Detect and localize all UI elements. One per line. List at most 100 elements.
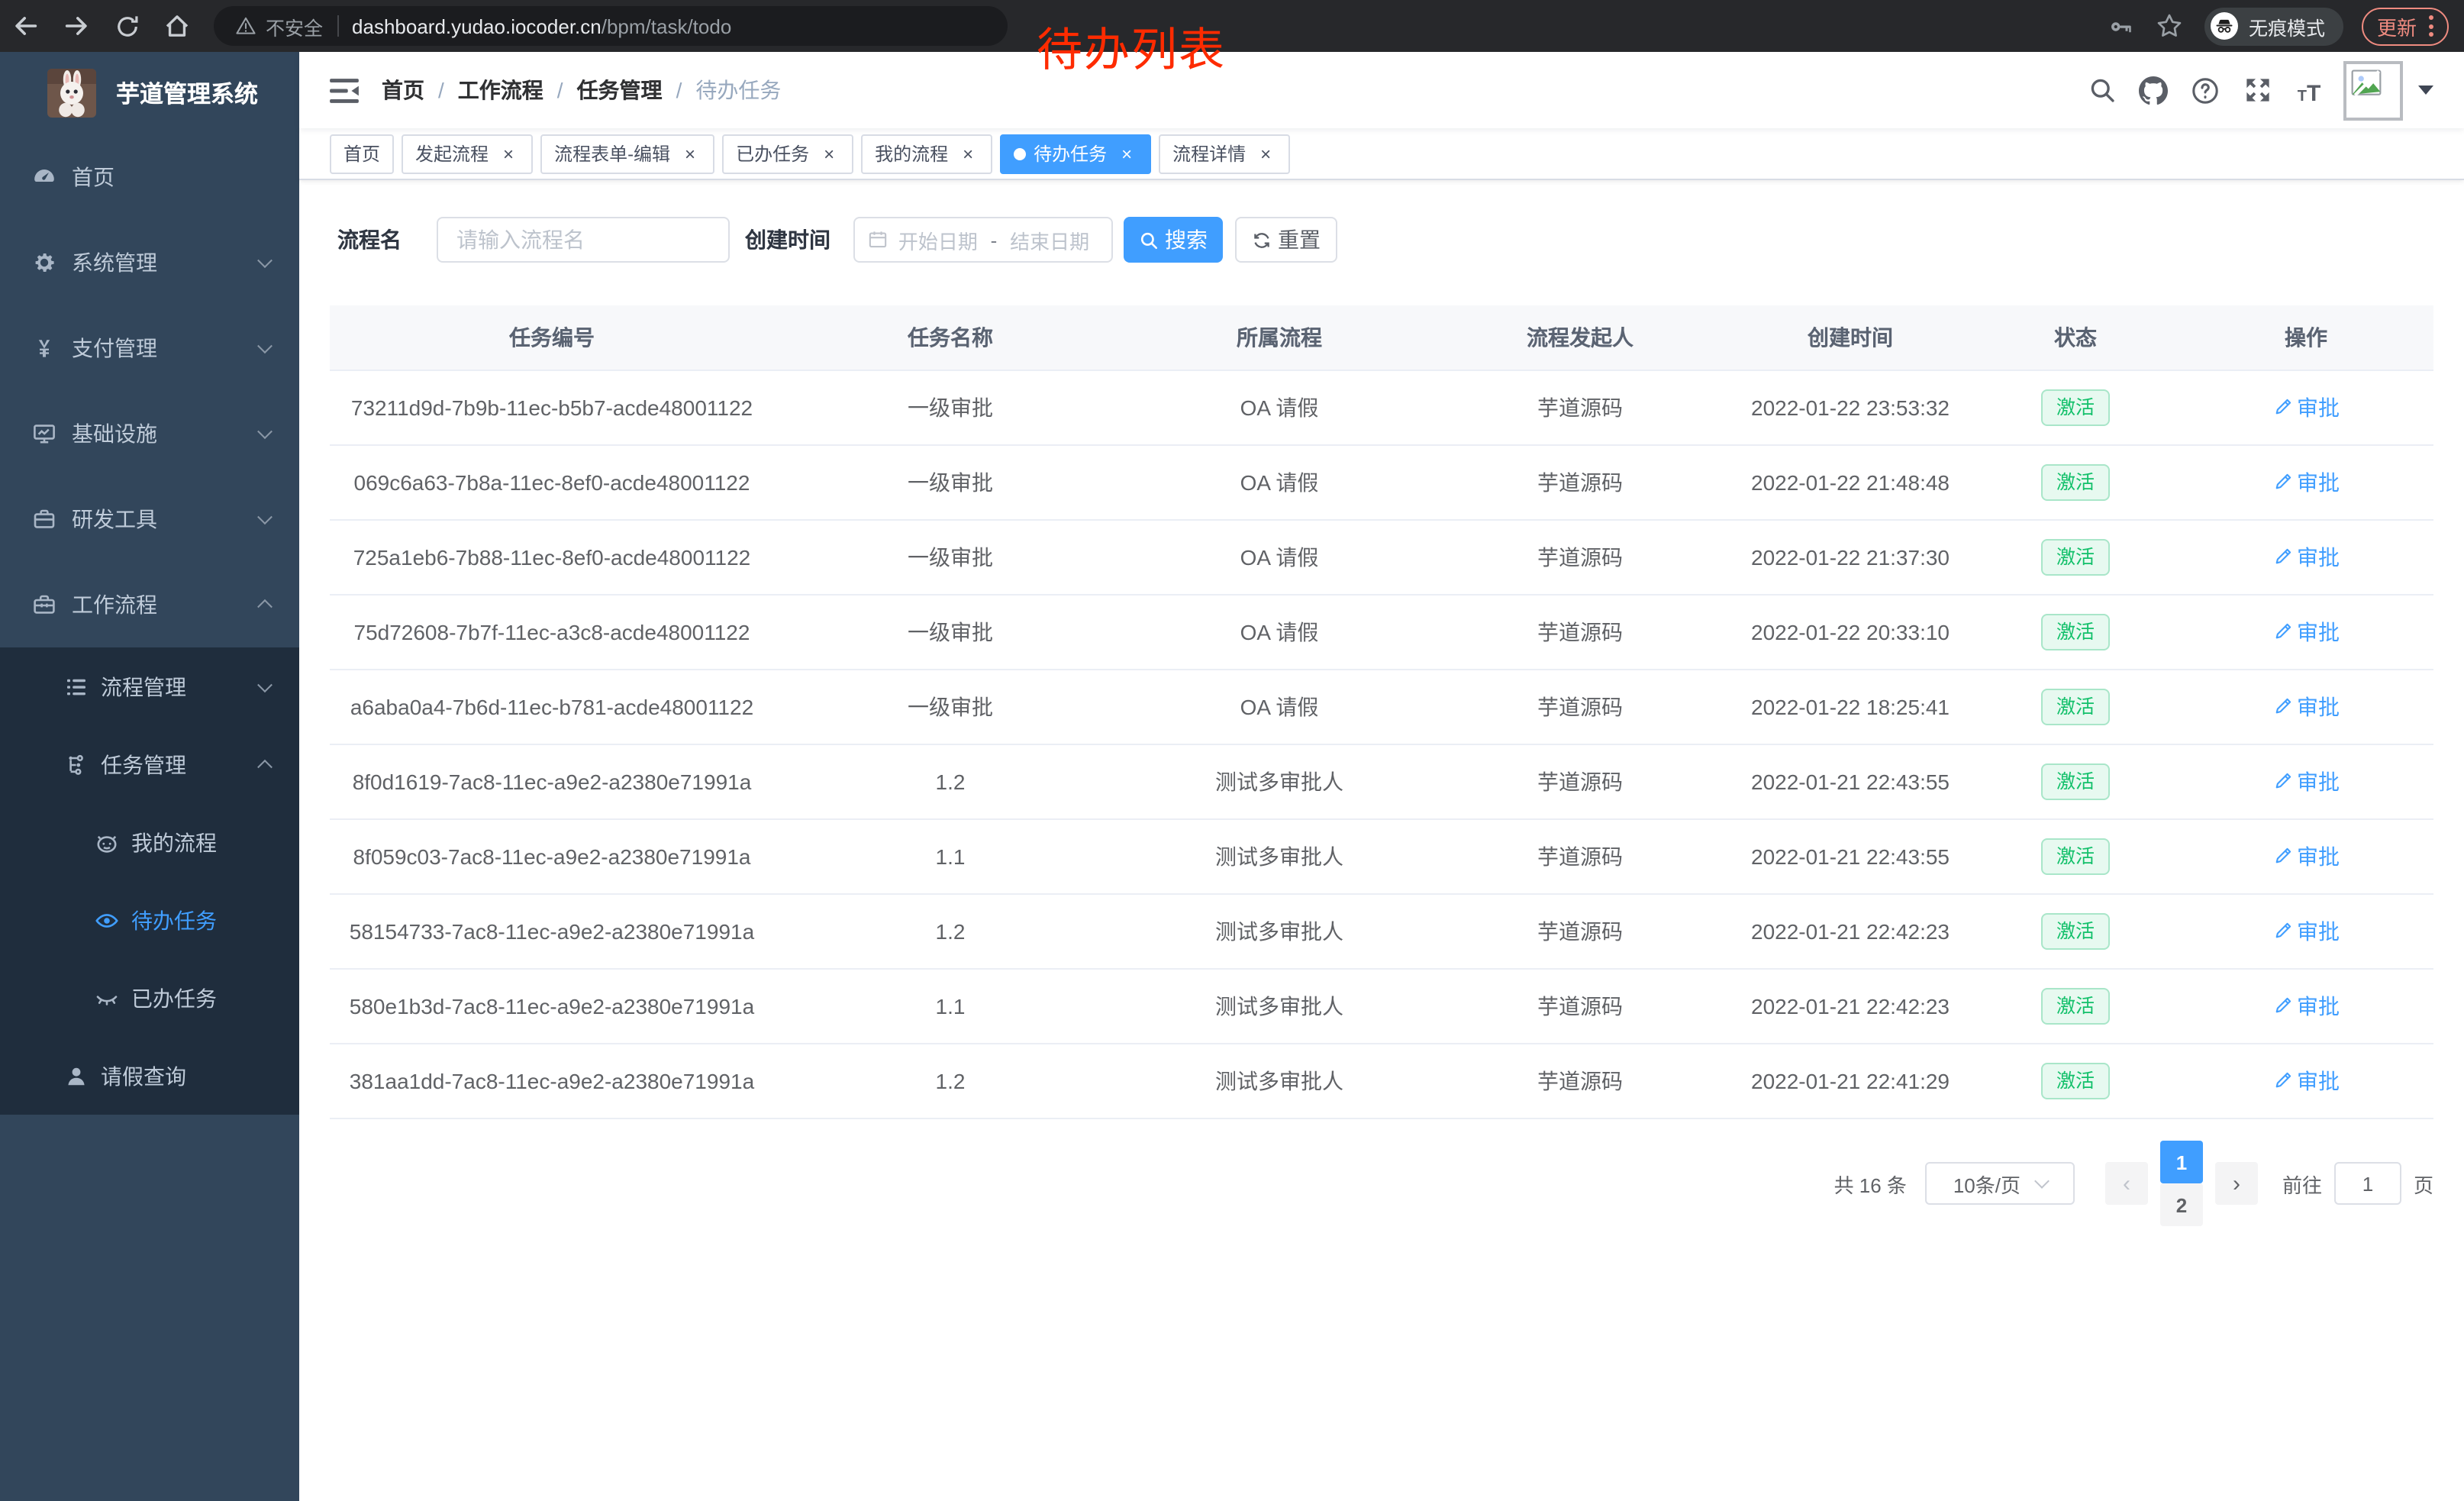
goto-page-input[interactable] [2334,1162,2401,1205]
chevron-down-icon [2033,1173,2049,1188]
column-header: 任务编号 [330,305,774,370]
avatar-dropdown-caret-icon[interactable] [2418,86,2433,102]
cell-created: 2022-01-22 20:33:10 [1728,594,1972,669]
column-header: 操作 [2179,305,2433,370]
cell-starter: 芋道源码 [1432,519,1728,594]
pencil-icon [2272,846,2292,866]
tab-my-process[interactable]: 我的流程× [861,134,992,173]
home-icon[interactable] [163,12,191,40]
close-icon[interactable]: × [1255,143,1276,164]
sidebar-item-workflow[interactable]: 工作流程 [0,562,299,647]
sidebar-item-process-management[interactable]: 流程管理 [0,647,299,725]
tab-start-process[interactable]: 发起流程× [402,134,533,173]
cell-created: 2022-01-21 22:41:29 [1728,1043,1972,1118]
collapse-sidebar-icon[interactable] [330,77,359,103]
search-button[interactable]: 搜索 [1124,217,1223,263]
github-icon[interactable] [2139,76,2168,105]
sidebar-item-my-process[interactable]: 我的流程 [0,803,299,881]
column-header: 任务名称 [774,305,1127,370]
tab-home[interactable]: 首页 [330,134,394,173]
font-size-icon[interactable]: TT [2295,76,2324,105]
sidebar-logo[interactable]: 芋道管理系统 [0,52,299,134]
breadcrumb-item[interactable]: 首页 [382,75,424,105]
cell-status: 激活 [1972,370,2179,444]
tab-process-form-edit[interactable]: 流程表单-编辑× [540,134,714,173]
gear-icon [31,250,56,276]
sidebar-item-infrastructure[interactable]: 基础设施 [0,391,299,476]
sidebar-item-system-management[interactable]: 系统管理 [0,220,299,305]
close-icon[interactable]: × [1116,143,1137,164]
close-icon[interactable]: × [498,143,519,164]
password-key-icon[interactable] [2108,13,2134,39]
approve-button[interactable]: 审批 [2272,541,2340,572]
breadcrumb-separator: / [676,78,682,102]
update-label[interactable]: 更新 [2377,11,2417,40]
cell-status: 激活 [1972,744,2179,818]
approve-button[interactable]: 审批 [2272,691,2340,721]
prev-page-button[interactable]: ‹ [2105,1162,2148,1205]
sidebar-item-dev-tools[interactable]: 研发工具 [0,476,299,562]
cell-action: 审批 [2179,519,2433,594]
approve-button[interactable]: 审批 [2272,392,2340,422]
page-button-1[interactable]: 1 [2160,1141,2203,1183]
address-bar[interactable]: 不安全 dashboard.yudao.iocoder.cn /bpm/task… [214,6,1008,46]
cell-created: 2022-01-22 18:25:41 [1728,669,1972,744]
sidebar-item-task-management[interactable]: 任务管理 [0,725,299,803]
reset-button[interactable]: 重置 [1235,217,1337,263]
sidebar-item-todo-tasks[interactable]: 待办任务 [0,881,299,959]
browser-update-button[interactable]: 更新 [2362,7,2449,45]
column-header: 所属流程 [1127,305,1432,370]
sidebar-item-leave-query[interactable]: 请假查询 [0,1037,299,1115]
close-icon[interactable]: × [679,143,701,164]
cell-starter: 芋道源码 [1432,370,1728,444]
approve-label: 审批 [2297,915,2340,946]
browser-menu-icon[interactable] [2429,15,2433,37]
approve-button[interactable]: 审批 [2272,915,2340,946]
approve-button[interactable]: 审批 [2272,466,2340,497]
page-size-select[interactable]: 10条/页 [1925,1162,2075,1205]
column-header: 流程发起人 [1432,305,1728,370]
reload-icon[interactable] [113,12,140,40]
column-header: 创建时间 [1728,305,1972,370]
approve-label: 审批 [2297,392,2340,422]
avatar[interactable] [2343,60,2403,120]
help-icon[interactable] [2191,76,2220,105]
cell-starter: 芋道源码 [1432,893,1728,968]
fullscreen-icon[interactable] [2243,76,2272,105]
breadcrumb-item[interactable]: 任务管理 [577,75,663,105]
breadcrumb-item[interactable]: 工作流程 [458,75,543,105]
cell-process: OA 请假 [1127,370,1432,444]
cell-task: 一级审批 [774,519,1127,594]
date-range-picker[interactable]: 开始日期 - 结束日期 [853,217,1113,263]
chevron-up-icon [257,599,273,615]
close-icon[interactable]: × [818,143,840,164]
sidebar-item-home[interactable]: 首页 [0,134,299,220]
cell-status: 激活 [1972,893,2179,968]
tabs-bar: 首页发起流程×流程表单-编辑×已办任务×我的流程×待办任务×流程详情× [299,128,2464,180]
back-icon[interactable] [12,12,40,40]
breadcrumb-separator: / [557,78,563,102]
tab-todo-tasks[interactable]: 待办任务× [1000,134,1151,173]
approve-button[interactable]: 审批 [2272,616,2340,647]
tab-process-detail[interactable]: 流程详情× [1159,134,1290,173]
approve-button[interactable]: 审批 [2272,766,2340,796]
cell-starter: 芋道源码 [1432,444,1728,519]
close-icon[interactable]: × [957,143,979,164]
approve-button[interactable]: 审批 [2272,990,2340,1021]
security-label[interactable]: 不安全 [266,11,323,40]
forward-icon[interactable] [63,12,90,40]
sidebar: 芋道管理系统 首页系统管理支付管理基础设施研发工具工作流程 流程管理任务管理我的… [0,52,299,1501]
page-button-2[interactable]: 2 [2160,1183,2203,1226]
approve-button[interactable]: 审批 [2272,1065,2340,1096]
sidebar-item-payment-management[interactable]: 支付管理 [0,305,299,391]
next-page-button[interactable]: › [2215,1162,2258,1205]
cell-starter: 芋道源码 [1432,744,1728,818]
chevron-down-icon [257,509,273,525]
process-name-input[interactable] [437,217,730,263]
bookmark-star-icon[interactable] [2156,12,2183,40]
approve-button[interactable]: 审批 [2272,841,2340,871]
tab-done-tasks[interactable]: 已办任务× [722,134,853,173]
sidebar-item-done-tasks[interactable]: 已办任务 [0,959,299,1037]
toolbox-icon [31,592,56,618]
search-icon[interactable] [2087,76,2116,105]
